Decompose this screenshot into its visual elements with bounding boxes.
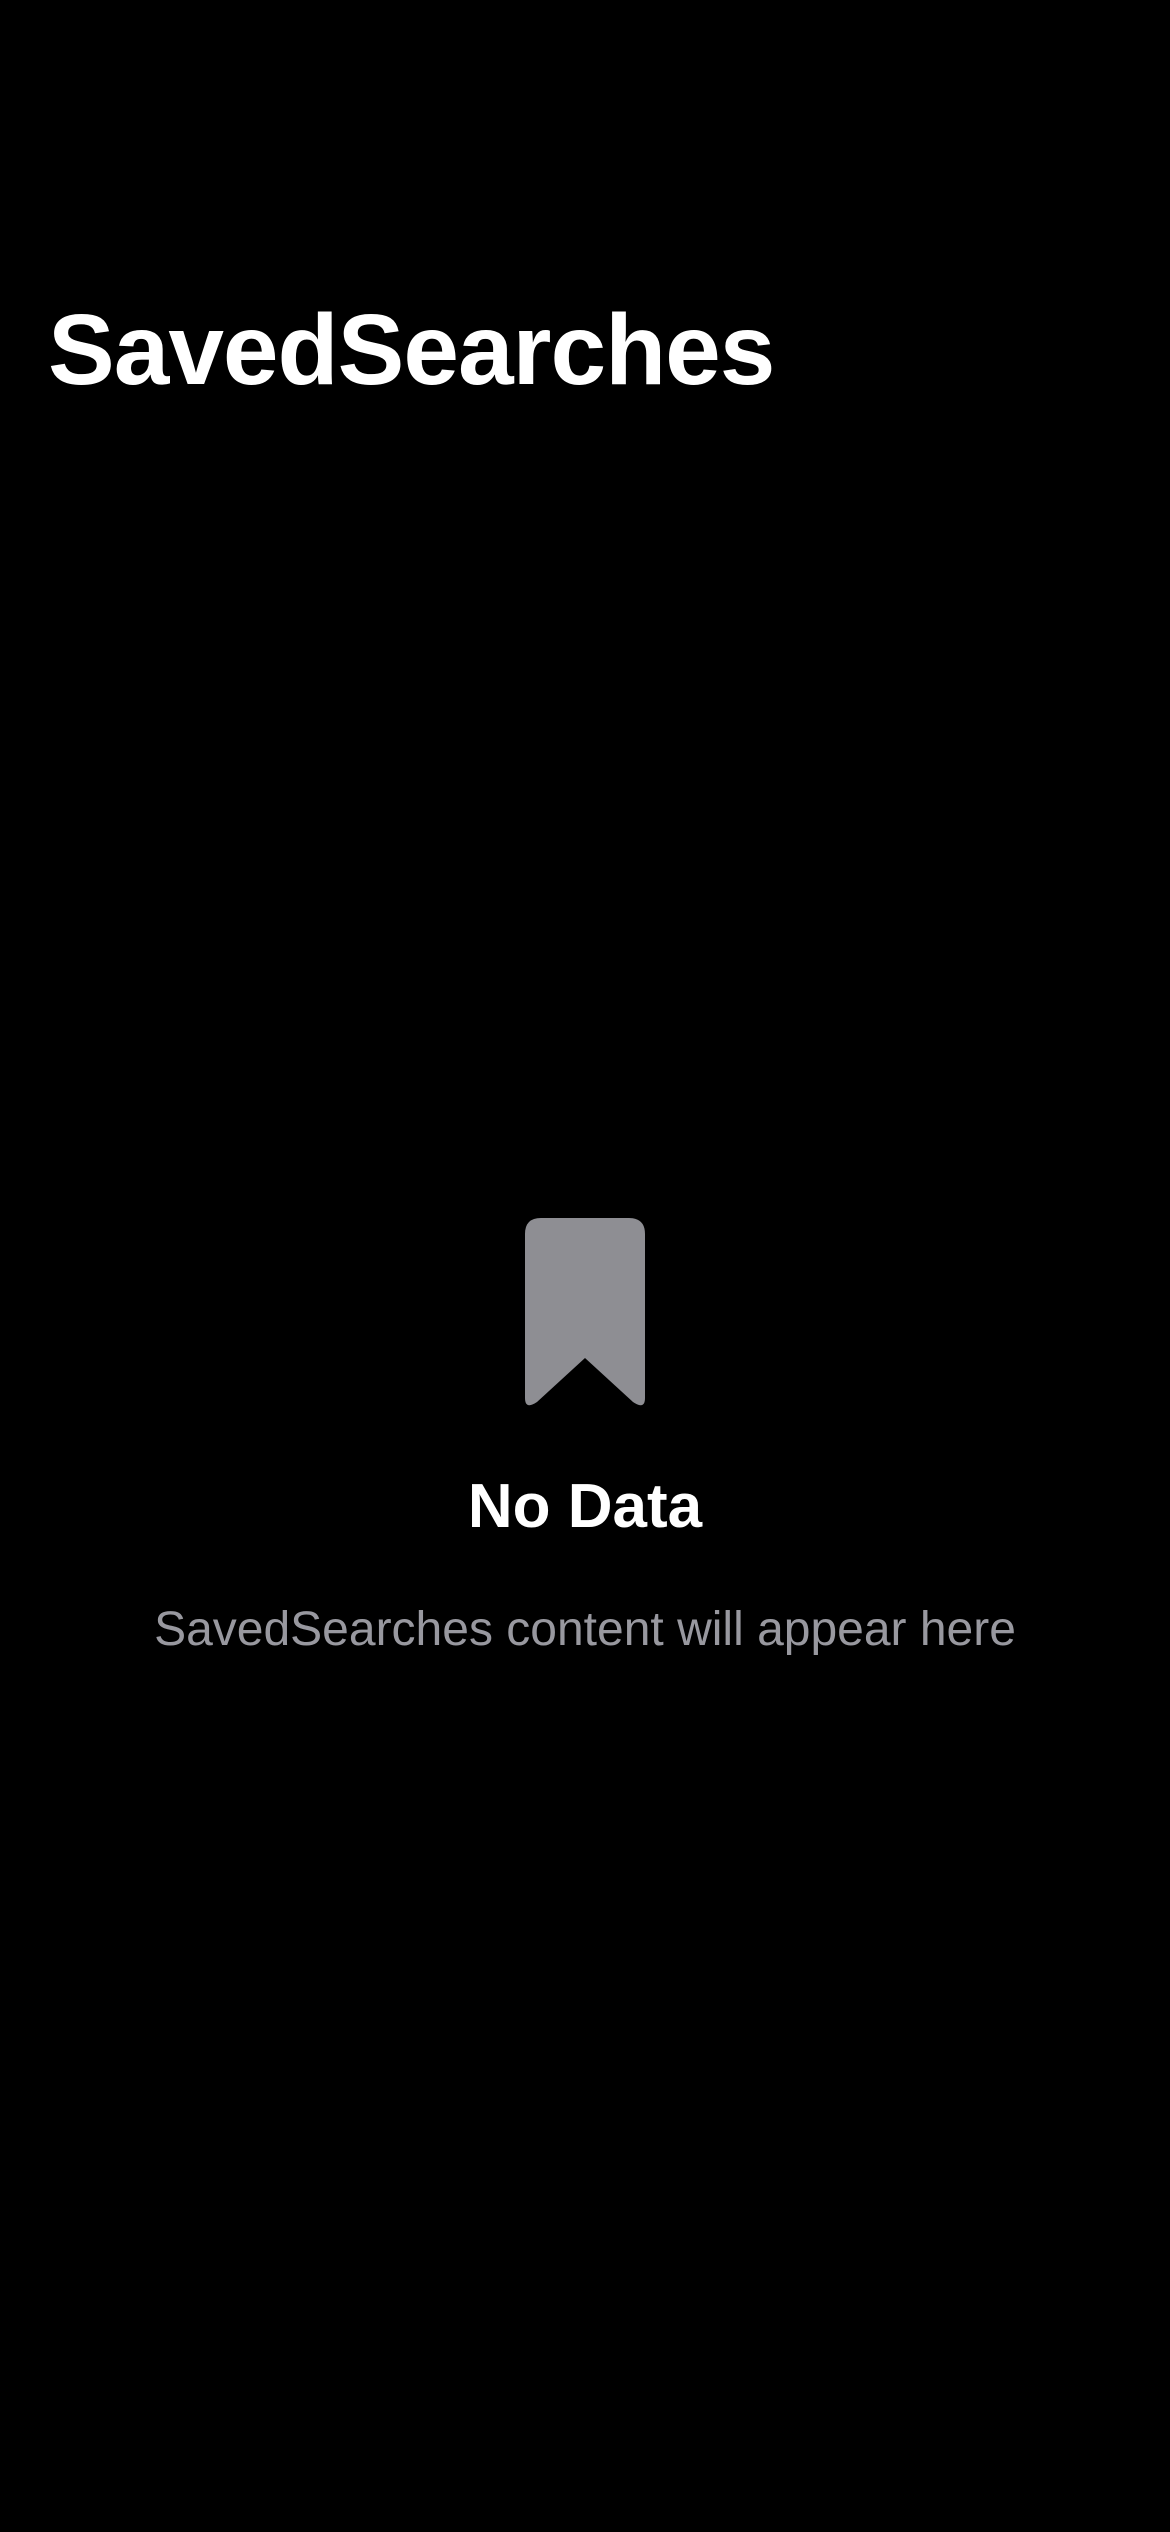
empty-state: No Data SavedSearches content will appea…	[0, 1218, 1170, 1654]
saved-searches-screen: SavedSearches No Data SavedSearches cont…	[0, 0, 1170, 2532]
bookmark-icon	[525, 1218, 645, 1406]
page-title: SavedSearches	[48, 294, 775, 406]
empty-state-subtitle: SavedSearches content will appear here	[154, 1603, 1016, 1656]
empty-state-title: No Data	[467, 1472, 703, 1541]
